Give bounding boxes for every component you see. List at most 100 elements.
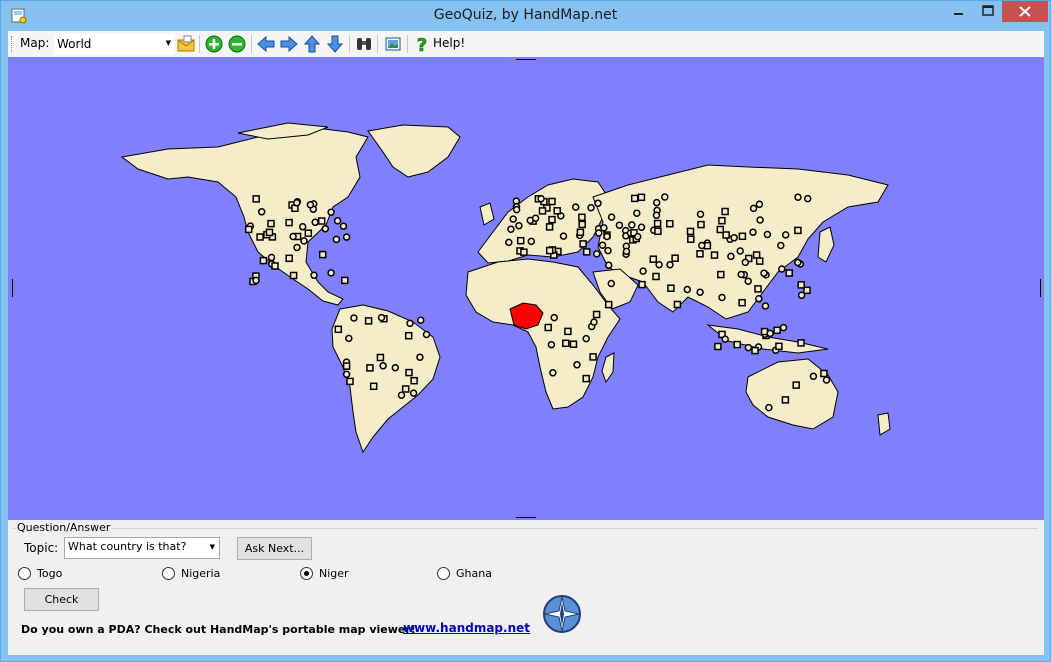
- city-marker: [327, 269, 335, 277]
- city-marker: [797, 281, 805, 289]
- highlighted-country-nigeria[interactable]: [509, 302, 544, 330]
- help-icon[interactable]: ?: [412, 34, 432, 54]
- zoom-out-icon[interactable]: [227, 34, 247, 54]
- radio-circle[interactable]: [162, 567, 175, 580]
- ask-next-button[interactable]: Ask Next...: [237, 537, 312, 560]
- city-marker: [630, 194, 639, 203]
- city-marker: [576, 228, 585, 237]
- city-marker: [633, 232, 642, 241]
- map-select[interactable]: World ▼: [54, 34, 174, 55]
- help-label[interactable]: Help!: [433, 36, 465, 50]
- zoom-in-icon[interactable]: [204, 34, 224, 54]
- landmass-japan: [817, 226, 835, 263]
- city-marker: [548, 215, 556, 224]
- city-marker: [604, 261, 613, 269]
- city-marker: [267, 253, 276, 262]
- title-bar[interactable]: GeoQuiz, by HandMap.net: [1, 1, 1050, 31]
- arrow-left-icon[interactable]: [256, 34, 276, 54]
- arrow-right-icon[interactable]: [279, 34, 299, 54]
- city-marker: [594, 199, 602, 208]
- svg-text:?: ?: [417, 35, 427, 54]
- minimize-button[interactable]: [944, 1, 972, 22]
- city-marker: [792, 381, 800, 389]
- city-marker: [730, 234, 738, 242]
- city-marker: [364, 317, 373, 325]
- maximize-button[interactable]: [974, 1, 1002, 22]
- city-marker: [573, 361, 581, 369]
- city-marker: [582, 334, 590, 343]
- city-marker: [559, 232, 568, 240]
- city-marker: [766, 329, 774, 338]
- radio-circle[interactable]: [18, 567, 31, 580]
- city-marker: [718, 216, 726, 225]
- city-marker: [773, 326, 781, 335]
- answer-option-label: Niger: [319, 567, 349, 580]
- city-marker: [717, 270, 725, 279]
- city-marker: [744, 343, 753, 352]
- city-marker: [589, 353, 597, 361]
- city-marker: [696, 250, 704, 258]
- toolbar-separator: [377, 35, 378, 53]
- scroll-marker-left: [12, 279, 13, 297]
- city-marker: [342, 362, 351, 370]
- answer-option-label: Togo: [37, 567, 63, 580]
- mail-icon[interactable]: [176, 34, 196, 54]
- city-marker: [339, 222, 348, 230]
- world-map-canvas[interactable]: [8, 57, 1044, 520]
- city-marker: [749, 228, 757, 236]
- city-marker: [615, 221, 624, 229]
- toolbar-grip[interactable]: [11, 36, 15, 52]
- landmass-uk: [479, 202, 495, 226]
- city-marker: [752, 251, 761, 259]
- check-button[interactable]: Check: [24, 588, 99, 611]
- city-marker: [820, 369, 828, 378]
- city-marker: [652, 272, 660, 281]
- city-marker: [318, 250, 327, 259]
- close-button[interactable]: [1002, 1, 1048, 22]
- landmass-madagascar: [601, 352, 615, 384]
- city-marker: [553, 207, 561, 215]
- city-marker: [721, 335, 729, 343]
- city-marker: [289, 271, 298, 280]
- window-title: GeoQuiz, by HandMap.net: [433, 7, 618, 23]
- city-marker: [257, 208, 266, 216]
- city-marker: [755, 257, 764, 265]
- city-marker: [607, 279, 616, 288]
- city-marker: [369, 382, 378, 391]
- city-marker: [537, 194, 545, 203]
- topic-select[interactable]: What country is that? ▼: [64, 537, 220, 559]
- picture-icon[interactable]: [383, 34, 403, 54]
- city-marker: [603, 232, 611, 241]
- land-masses: [120, 122, 891, 454]
- map-label: Map:: [20, 36, 50, 50]
- topic-label: Topic:: [24, 541, 59, 555]
- arrow-up-icon[interactable]: [302, 34, 322, 54]
- city-marker: [582, 248, 591, 256]
- city-marker: [405, 368, 413, 377]
- binoculars-icon[interactable]: [354, 34, 374, 54]
- city-marker: [604, 246, 612, 255]
- landmass-new-zealand: [877, 412, 891, 436]
- city-marker: [794, 258, 802, 267]
- city-marker: [777, 241, 785, 250]
- city-marker: [293, 199, 301, 207]
- city-marker: [587, 203, 595, 212]
- city-marker: [564, 327, 572, 336]
- city-marker: [406, 319, 414, 328]
- city-marker: [751, 346, 759, 355]
- city-marker: [520, 248, 528, 256]
- city-marker: [590, 318, 598, 326]
- handmap-link[interactable]: www.handmap.net: [403, 621, 530, 635]
- city-marker: [727, 252, 735, 261]
- arrow-down-icon[interactable]: [325, 34, 345, 54]
- city-marker: [592, 250, 601, 258]
- world-map[interactable]: [8, 57, 1044, 520]
- close-icon: [1019, 6, 1031, 17]
- toolbar-separator: [349, 35, 350, 53]
- radio-circle-selected[interactable]: [300, 567, 313, 580]
- city-marker: [721, 207, 729, 216]
- city-marker: [637, 223, 646, 232]
- city-marker: [333, 217, 342, 225]
- radio-circle[interactable]: [437, 567, 450, 580]
- city-marker: [252, 276, 260, 285]
